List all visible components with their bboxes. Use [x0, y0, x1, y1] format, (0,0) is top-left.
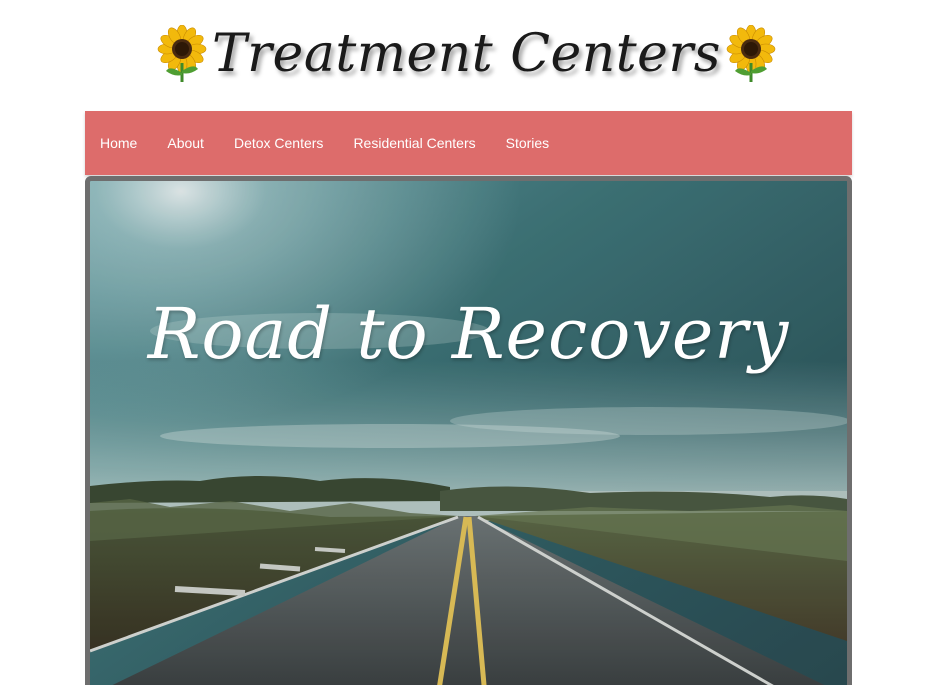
- logo-group: Treatment Centers: [156, 25, 777, 83]
- sunflower-icon: [726, 25, 776, 82]
- main-nav: Home About Detox Centers Residential Cen…: [85, 111, 852, 175]
- logo-text: Treatment Centers: [212, 24, 721, 84]
- nav-item-detox-centers[interactable]: Detox Centers: [219, 135, 338, 151]
- sunflower-icon: [157, 25, 207, 82]
- nav-item-about[interactable]: About: [152, 135, 219, 151]
- nav-item-residential-centers[interactable]: Residential Centers: [338, 135, 490, 151]
- hero-title: Road to Recovery: [147, 293, 790, 375]
- nav-item-stories[interactable]: Stories: [491, 135, 565, 151]
- road-landscape-photo: [90, 181, 847, 685]
- nav-item-home[interactable]: Home: [85, 135, 152, 151]
- hero-banner: Road to Recovery: [85, 176, 852, 685]
- site-logo[interactable]: Treatment Centers: [0, 14, 933, 94]
- page: Treatment Centers Home About Detox Cente…: [0, 0, 933, 685]
